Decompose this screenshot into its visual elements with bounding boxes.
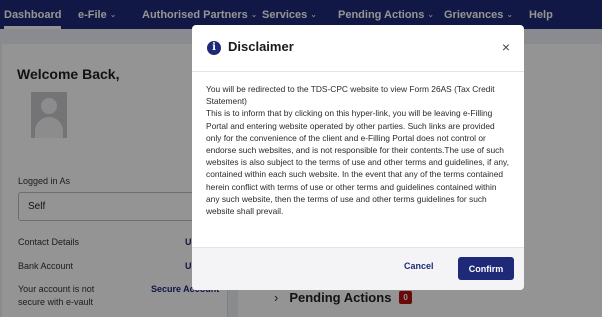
cancel-button[interactable]: Cancel — [404, 261, 434, 271]
redirect-notice: You will be redirected to the TDS-CPC we… — [206, 84, 495, 107]
info-icon: i — [207, 41, 221, 55]
disclaimer-modal: i Disclaimer × You will be redirected to… — [192, 25, 524, 290]
modal-title: Disclaimer — [228, 39, 294, 54]
modal-footer: Cancel Confirm — [192, 247, 524, 290]
modal-header: i Disclaimer × — [192, 25, 524, 71]
close-icon[interactable]: × — [502, 39, 510, 55]
confirm-button[interactable]: Confirm — [458, 257, 514, 280]
modal-body: You will be redirected to the TDS-CPC we… — [206, 83, 512, 217]
modal-divider — [192, 71, 524, 72]
disclaimer-text: This is to inform that by clicking on th… — [206, 108, 509, 217]
